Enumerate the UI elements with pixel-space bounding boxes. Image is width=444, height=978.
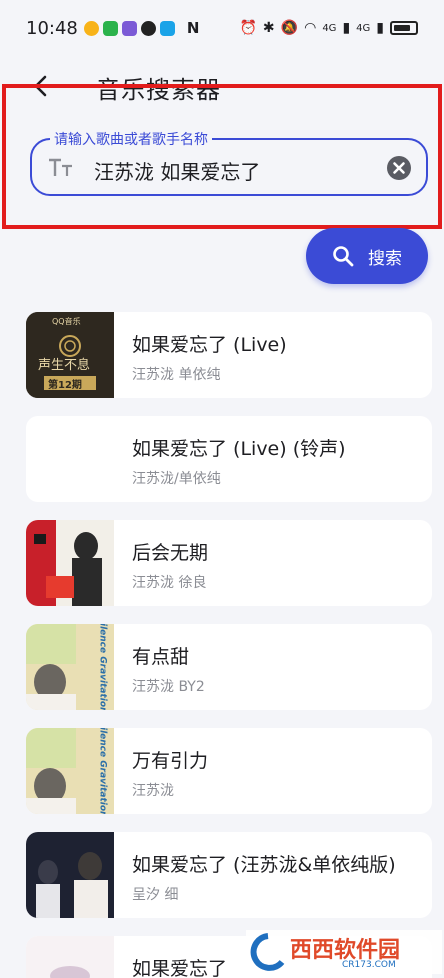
alarm-icon: ⏰	[239, 20, 257, 36]
system-icons: ⏰ ✱ 🔕 ◠ 4G ▮ 4G ▮	[239, 20, 418, 36]
app-icon	[121, 20, 137, 36]
song-artist: 汪苏泷 徐良	[132, 575, 207, 591]
cover-show: 声生不息	[38, 358, 91, 373]
song-title: 如果爱忘了 (Live) (铃声)	[132, 438, 346, 460]
notification-icons: N	[83, 19, 200, 37]
clear-icon[interactable]	[386, 155, 412, 181]
song-item[interactable]: Silence Gravitation 有点甜 汪苏泷 BY2	[26, 624, 432, 710]
song-artist: 呈汐 细	[132, 887, 179, 903]
song-title: 如果爱忘了 (汪苏泷&单依纯版)	[132, 854, 396, 876]
album-cover: QQ音乐 声生不息 第12期	[26, 312, 114, 398]
album-cover	[26, 936, 114, 978]
page-title: 音乐搜索器	[96, 76, 221, 104]
cover-episode: 第12期	[48, 380, 82, 391]
cover-brand: QQ音乐	[52, 317, 81, 326]
battery-icon	[390, 21, 418, 35]
status-bar: 10:48 N ⏰ ✱ 🔕 ◠ 4G ▮ 4G ▮	[0, 0, 444, 56]
song-item[interactable]: 如果爱忘了	[26, 936, 432, 978]
song-title: 有点甜	[132, 646, 190, 668]
signal-icon-1: 4G	[322, 22, 337, 34]
song-title: 如果爱忘了 (Live)	[132, 334, 287, 356]
wifi-icon: ◠	[304, 20, 317, 36]
app-header: 音乐搜索器	[0, 62, 444, 110]
song-artist: 汪苏泷 BY2	[132, 679, 205, 695]
search-icon	[333, 246, 354, 267]
mute-icon: 🔕	[280, 20, 299, 36]
song-artist: 汪苏泷	[132, 783, 174, 799]
album-cover: Silence Gravitation	[26, 624, 114, 710]
search-input-value[interactable]: 汪苏泷 如果爱忘了	[94, 156, 260, 185]
song-title: 如果爱忘了	[132, 958, 228, 978]
search-input-label: 请输入歌曲或者歌手名称	[50, 129, 212, 149]
cover-silence-text: Silence Gravitation	[97, 728, 108, 814]
song-item[interactable]: 后会无期 汪苏泷 徐良	[26, 520, 432, 606]
app-square-icon	[159, 20, 175, 36]
status-time: 10:48	[26, 17, 78, 39]
search-button-label: 搜索	[368, 248, 402, 269]
signal-bars-icon-1: ▮	[342, 20, 351, 36]
qq-icon	[140, 20, 156, 36]
weibo-icon	[83, 20, 99, 36]
album-cover	[26, 832, 114, 918]
search-input[interactable]: 请输入歌曲或者歌手名称 汪苏泷 如果爱忘了	[30, 129, 428, 196]
signal-icon-2: 4G	[356, 22, 371, 34]
signal-bars-icon-2: ▮	[376, 20, 384, 36]
song-title: 万有引力	[132, 750, 209, 772]
cover-silence-text: Silence Gravitation	[97, 624, 108, 710]
song-artist: 汪苏泷/单依纯	[132, 471, 221, 487]
wechat-icon	[102, 20, 118, 36]
search-button[interactable]: 搜索	[306, 228, 428, 284]
song-item[interactable]: Silence Gravitation 万有引力 汪苏泷	[26, 728, 432, 814]
album-cover	[26, 520, 114, 606]
text-format-icon	[49, 158, 72, 176]
song-item[interactable]: QQ音乐 声生不息 第12期 如果爱忘了 (Live) 汪苏泷 单依纯	[26, 312, 432, 398]
bluetooth-icon: ✱	[262, 20, 275, 36]
song-title: 后会无期	[132, 542, 209, 564]
nfc-icon: N	[186, 19, 200, 37]
song-artist: 汪苏泷 单依纯	[132, 367, 221, 383]
song-item[interactable]: 如果爱忘了 (Live) (铃声) 汪苏泷/单依纯	[26, 416, 432, 502]
album-cover: Silence Gravitation	[26, 728, 114, 814]
back-arrow-icon[interactable]	[26, 70, 58, 102]
song-item[interactable]: 如果爱忘了 (汪苏泷&单依纯版) 呈汐 细	[26, 832, 432, 918]
